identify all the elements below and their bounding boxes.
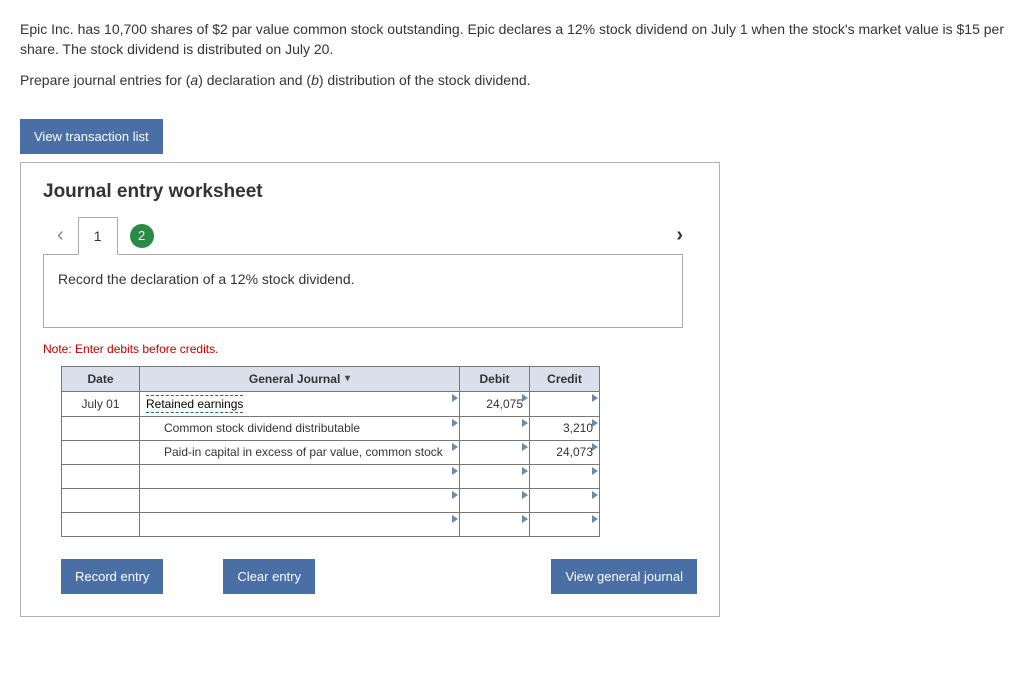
account-cell[interactable] bbox=[140, 488, 460, 512]
record-entry-button[interactable]: Record entry bbox=[61, 559, 163, 594]
q2-after: ) distribution of the stock dividend. bbox=[319, 72, 531, 88]
debit-cell[interactable] bbox=[460, 512, 530, 536]
credit-cell[interactable] bbox=[530, 391, 600, 416]
instruction-box: Record the declaration of a 12% stock di… bbox=[43, 254, 683, 328]
worksheet-container: Journal entry worksheet ‹ 1 2 › Record t… bbox=[20, 162, 720, 617]
account-cell[interactable]: Paid-in capital in excess of par value, … bbox=[140, 440, 460, 464]
table-row: July 01Retained earnings24,075 bbox=[62, 391, 600, 416]
table-row bbox=[62, 464, 600, 488]
col-header-credit: Credit bbox=[530, 366, 600, 391]
cell-marker-icon bbox=[452, 419, 458, 427]
journal-entry-table: Date General Journal ▾ Debit Credit July… bbox=[61, 366, 600, 537]
tab-1[interactable]: 1 bbox=[78, 217, 118, 255]
date-cell[interactable] bbox=[62, 488, 140, 512]
table-row: Common stock dividend distributable 3,210 bbox=[62, 416, 600, 440]
account-cell[interactable]: Common stock dividend distributable bbox=[140, 416, 460, 440]
cell-marker-icon bbox=[522, 443, 528, 451]
table-row: Paid-in capital in excess of par value, … bbox=[62, 440, 600, 464]
view-general-journal-button[interactable]: View general journal bbox=[551, 559, 697, 594]
note-text: Note: Enter debits before credits. bbox=[43, 342, 697, 356]
cell-marker-icon bbox=[522, 419, 528, 427]
clear-entry-button[interactable]: Clear entry bbox=[223, 559, 315, 594]
cell-marker-icon bbox=[452, 467, 458, 475]
account-cell[interactable]: Retained earnings bbox=[140, 391, 460, 416]
credit-cell[interactable] bbox=[530, 512, 600, 536]
debit-cell[interactable] bbox=[460, 440, 530, 464]
tab-2[interactable]: 2 bbox=[130, 224, 154, 248]
account-cell[interactable] bbox=[140, 464, 460, 488]
cell-marker-icon bbox=[452, 394, 458, 402]
col-header-date: Date bbox=[62, 366, 140, 391]
gj-header-label: General Journal bbox=[249, 372, 340, 386]
account-cell[interactable] bbox=[140, 512, 460, 536]
question-para-1: Epic Inc. has 10,700 shares of $2 par va… bbox=[20, 20, 1004, 59]
bottom-button-row: Record entry Clear entry View general jo… bbox=[61, 559, 697, 594]
debit-cell[interactable] bbox=[460, 488, 530, 512]
debit-cell[interactable] bbox=[460, 464, 530, 488]
view-transaction-list-button[interactable]: View transaction list bbox=[20, 119, 163, 154]
cell-marker-icon bbox=[522, 515, 528, 523]
date-cell[interactable] bbox=[62, 440, 140, 464]
col-header-general-journal[interactable]: General Journal ▾ bbox=[140, 366, 460, 391]
cell-marker-icon bbox=[592, 419, 598, 427]
table-body: July 01Retained earnings24,075Common sto… bbox=[62, 391, 600, 536]
date-cell[interactable]: July 01 bbox=[62, 391, 140, 416]
cell-marker-icon bbox=[592, 394, 598, 402]
cell-marker-icon bbox=[452, 515, 458, 523]
debit-cell[interactable]: 24,075 bbox=[460, 391, 530, 416]
cell-marker-icon bbox=[592, 443, 598, 451]
cell-marker-icon bbox=[522, 394, 528, 402]
chevron-right-icon[interactable]: › bbox=[662, 224, 697, 247]
col-header-debit: Debit bbox=[460, 366, 530, 391]
q2-before: Prepare journal entries for ( bbox=[20, 72, 190, 88]
cell-marker-icon bbox=[452, 491, 458, 499]
tab-nav-row: ‹ 1 2 › bbox=[43, 217, 697, 255]
question-para-2: Prepare journal entries for (a) declarat… bbox=[20, 71, 1004, 91]
table-row bbox=[62, 512, 600, 536]
date-cell[interactable] bbox=[62, 464, 140, 488]
credit-cell[interactable]: 24,073 bbox=[530, 440, 600, 464]
dropdown-icon: ▾ bbox=[342, 373, 350, 384]
q2-b: b bbox=[311, 72, 319, 88]
date-cell[interactable] bbox=[62, 512, 140, 536]
q2-mid: ) declaration and ( bbox=[198, 72, 311, 88]
date-cell[interactable] bbox=[62, 416, 140, 440]
cell-marker-icon bbox=[592, 515, 598, 523]
cell-marker-icon bbox=[522, 467, 528, 475]
credit-cell[interactable] bbox=[530, 464, 600, 488]
cell-marker-icon bbox=[592, 491, 598, 499]
worksheet-title: Journal entry worksheet bbox=[43, 181, 697, 203]
cell-marker-icon bbox=[522, 491, 528, 499]
credit-cell[interactable]: 3,210 bbox=[530, 416, 600, 440]
instruction-text: Record the declaration of a 12% stock di… bbox=[58, 271, 355, 287]
table-row bbox=[62, 488, 600, 512]
cell-marker-icon bbox=[592, 467, 598, 475]
chevron-left-icon[interactable]: ‹ bbox=[43, 224, 78, 247]
credit-cell[interactable] bbox=[530, 488, 600, 512]
debit-cell[interactable] bbox=[460, 416, 530, 440]
cell-marker-icon bbox=[452, 443, 458, 451]
